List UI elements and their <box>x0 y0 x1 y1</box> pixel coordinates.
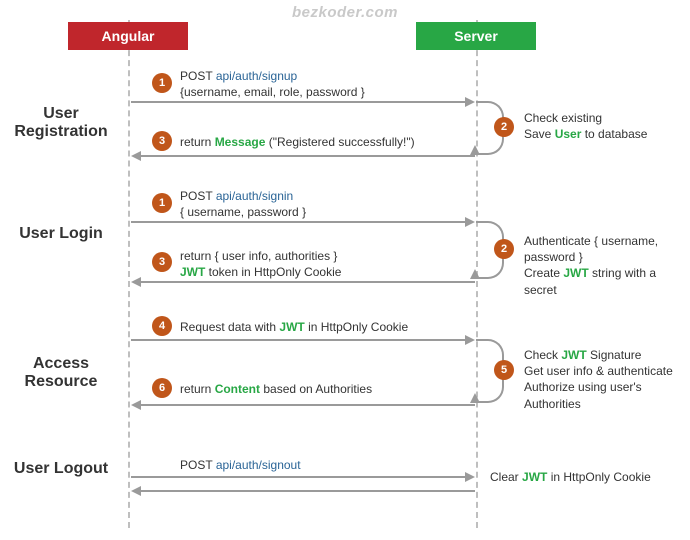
kw-jwt: JWT <box>279 320 304 334</box>
text: Request data with <box>180 320 279 334</box>
kw-message: Message <box>215 135 266 149</box>
text-api: api/auth/signin <box>216 189 293 203</box>
arrow-signin-res <box>141 281 475 283</box>
lifeline-client <box>128 20 130 528</box>
msg-login-server: Authenticate { username, password } Crea… <box>524 233 684 298</box>
text-body: {username, email, role, password } <box>180 85 365 99</box>
arrow-head-signin-res <box>131 277 141 287</box>
msg-logout-server: Clear JWT in HttpOnly Cookie <box>490 469 684 485</box>
badge-4: 4 <box>152 316 172 336</box>
curve-reg-head <box>470 145 480 155</box>
badge-2-reg: 2 <box>494 117 514 137</box>
msg-signup-request: POST api/auth/signup {username, email, r… <box>180 68 365 100</box>
section-logout: User Logout <box>6 460 116 478</box>
actor-client: Angular <box>68 22 188 50</box>
msg-signout-request: POST api/auth/signout <box>180 457 301 473</box>
text: token in HttpOnly Cookie <box>205 265 341 279</box>
msg-access-request: Request data with JWT in HttpOnly Cookie <box>180 319 408 335</box>
curve-access-head <box>470 393 480 403</box>
kw-user: User <box>555 127 582 141</box>
arrow-head-signout-res <box>131 486 141 496</box>
kw-content: Content <box>215 382 260 396</box>
badge-1: 1 <box>152 73 172 93</box>
arrow-head-signin-req <box>465 217 475 227</box>
arrow-head-signout-req <box>465 472 475 482</box>
text: to database <box>581 127 647 141</box>
kw-jwt: JWT <box>180 265 205 279</box>
badge-1-login: 1 <box>152 193 172 213</box>
text: Get user info & authenticate <box>524 364 673 378</box>
text-api: api/auth/signup <box>216 69 297 83</box>
text: Check existing <box>524 111 602 125</box>
text: return <box>180 382 215 396</box>
text: Create <box>524 266 563 280</box>
badge-5: 5 <box>494 360 514 380</box>
msg-access-server: Check JWT Signature Get user info & auth… <box>524 347 684 412</box>
text: in HttpOnly Cookie <box>305 320 408 334</box>
badge-3-reg: 3 <box>152 131 172 151</box>
arrow-head-signup-res <box>131 151 141 161</box>
text: Signature <box>587 348 642 362</box>
arrow-signin-req <box>131 221 465 223</box>
arrow-signout-req <box>131 476 465 478</box>
text-method: POST <box>180 458 212 472</box>
arrow-head-signup-req <box>465 97 475 107</box>
arrow-head-access-res <box>131 400 141 410</box>
arrow-signup-res <box>141 155 475 157</box>
kw-jwt: JWT <box>563 266 588 280</box>
msg-signin-request: POST api/auth/signin { username, passwor… <box>180 188 306 220</box>
arrow-signup-req <box>131 101 465 103</box>
badge-3-login: 3 <box>152 252 172 272</box>
arrow-head-access-req <box>465 335 475 345</box>
msg-signup-response: return Message ("Registered successfully… <box>180 134 415 150</box>
arrow-signout-res <box>141 490 475 492</box>
arrow-access-req <box>131 339 465 341</box>
badge-6: 6 <box>152 378 172 398</box>
arrow-access-res <box>141 404 475 406</box>
text-body: { username, password } <box>180 205 306 219</box>
curve-login-head <box>470 269 480 279</box>
text: return <box>180 135 215 149</box>
kw-jwt: JWT <box>522 470 547 484</box>
text: Check <box>524 348 561 362</box>
text-method: POST <box>180 69 212 83</box>
msg-reg-server: Check existing Save User to database <box>524 110 684 142</box>
section-access: Access Resource <box>6 355 116 392</box>
msg-access-response: return Content based on Authorities <box>180 381 372 397</box>
text: return { user info, authorities } <box>180 249 337 263</box>
text: Save <box>524 127 555 141</box>
section-registration: User Registration <box>6 105 116 142</box>
text: based on Authorities <box>260 382 372 396</box>
actor-server: Server <box>416 22 536 50</box>
badge-2-login: 2 <box>494 239 514 259</box>
text: Authenticate { username, password } <box>524 234 658 264</box>
kw-jwt: JWT <box>561 348 586 362</box>
msg-signin-response: return { user info, authorities } JWT to… <box>180 248 341 280</box>
text: ("Registered successfully!") <box>265 135 414 149</box>
text-method: POST <box>180 189 212 203</box>
text: in HttpOnly Cookie <box>547 470 650 484</box>
text-api: api/auth/signout <box>216 458 301 472</box>
section-login: User Login <box>6 225 116 243</box>
watermark: bezkoder.com <box>292 4 398 21</box>
text: Authorize using user's Authorities <box>524 380 642 410</box>
text: Clear <box>490 470 522 484</box>
